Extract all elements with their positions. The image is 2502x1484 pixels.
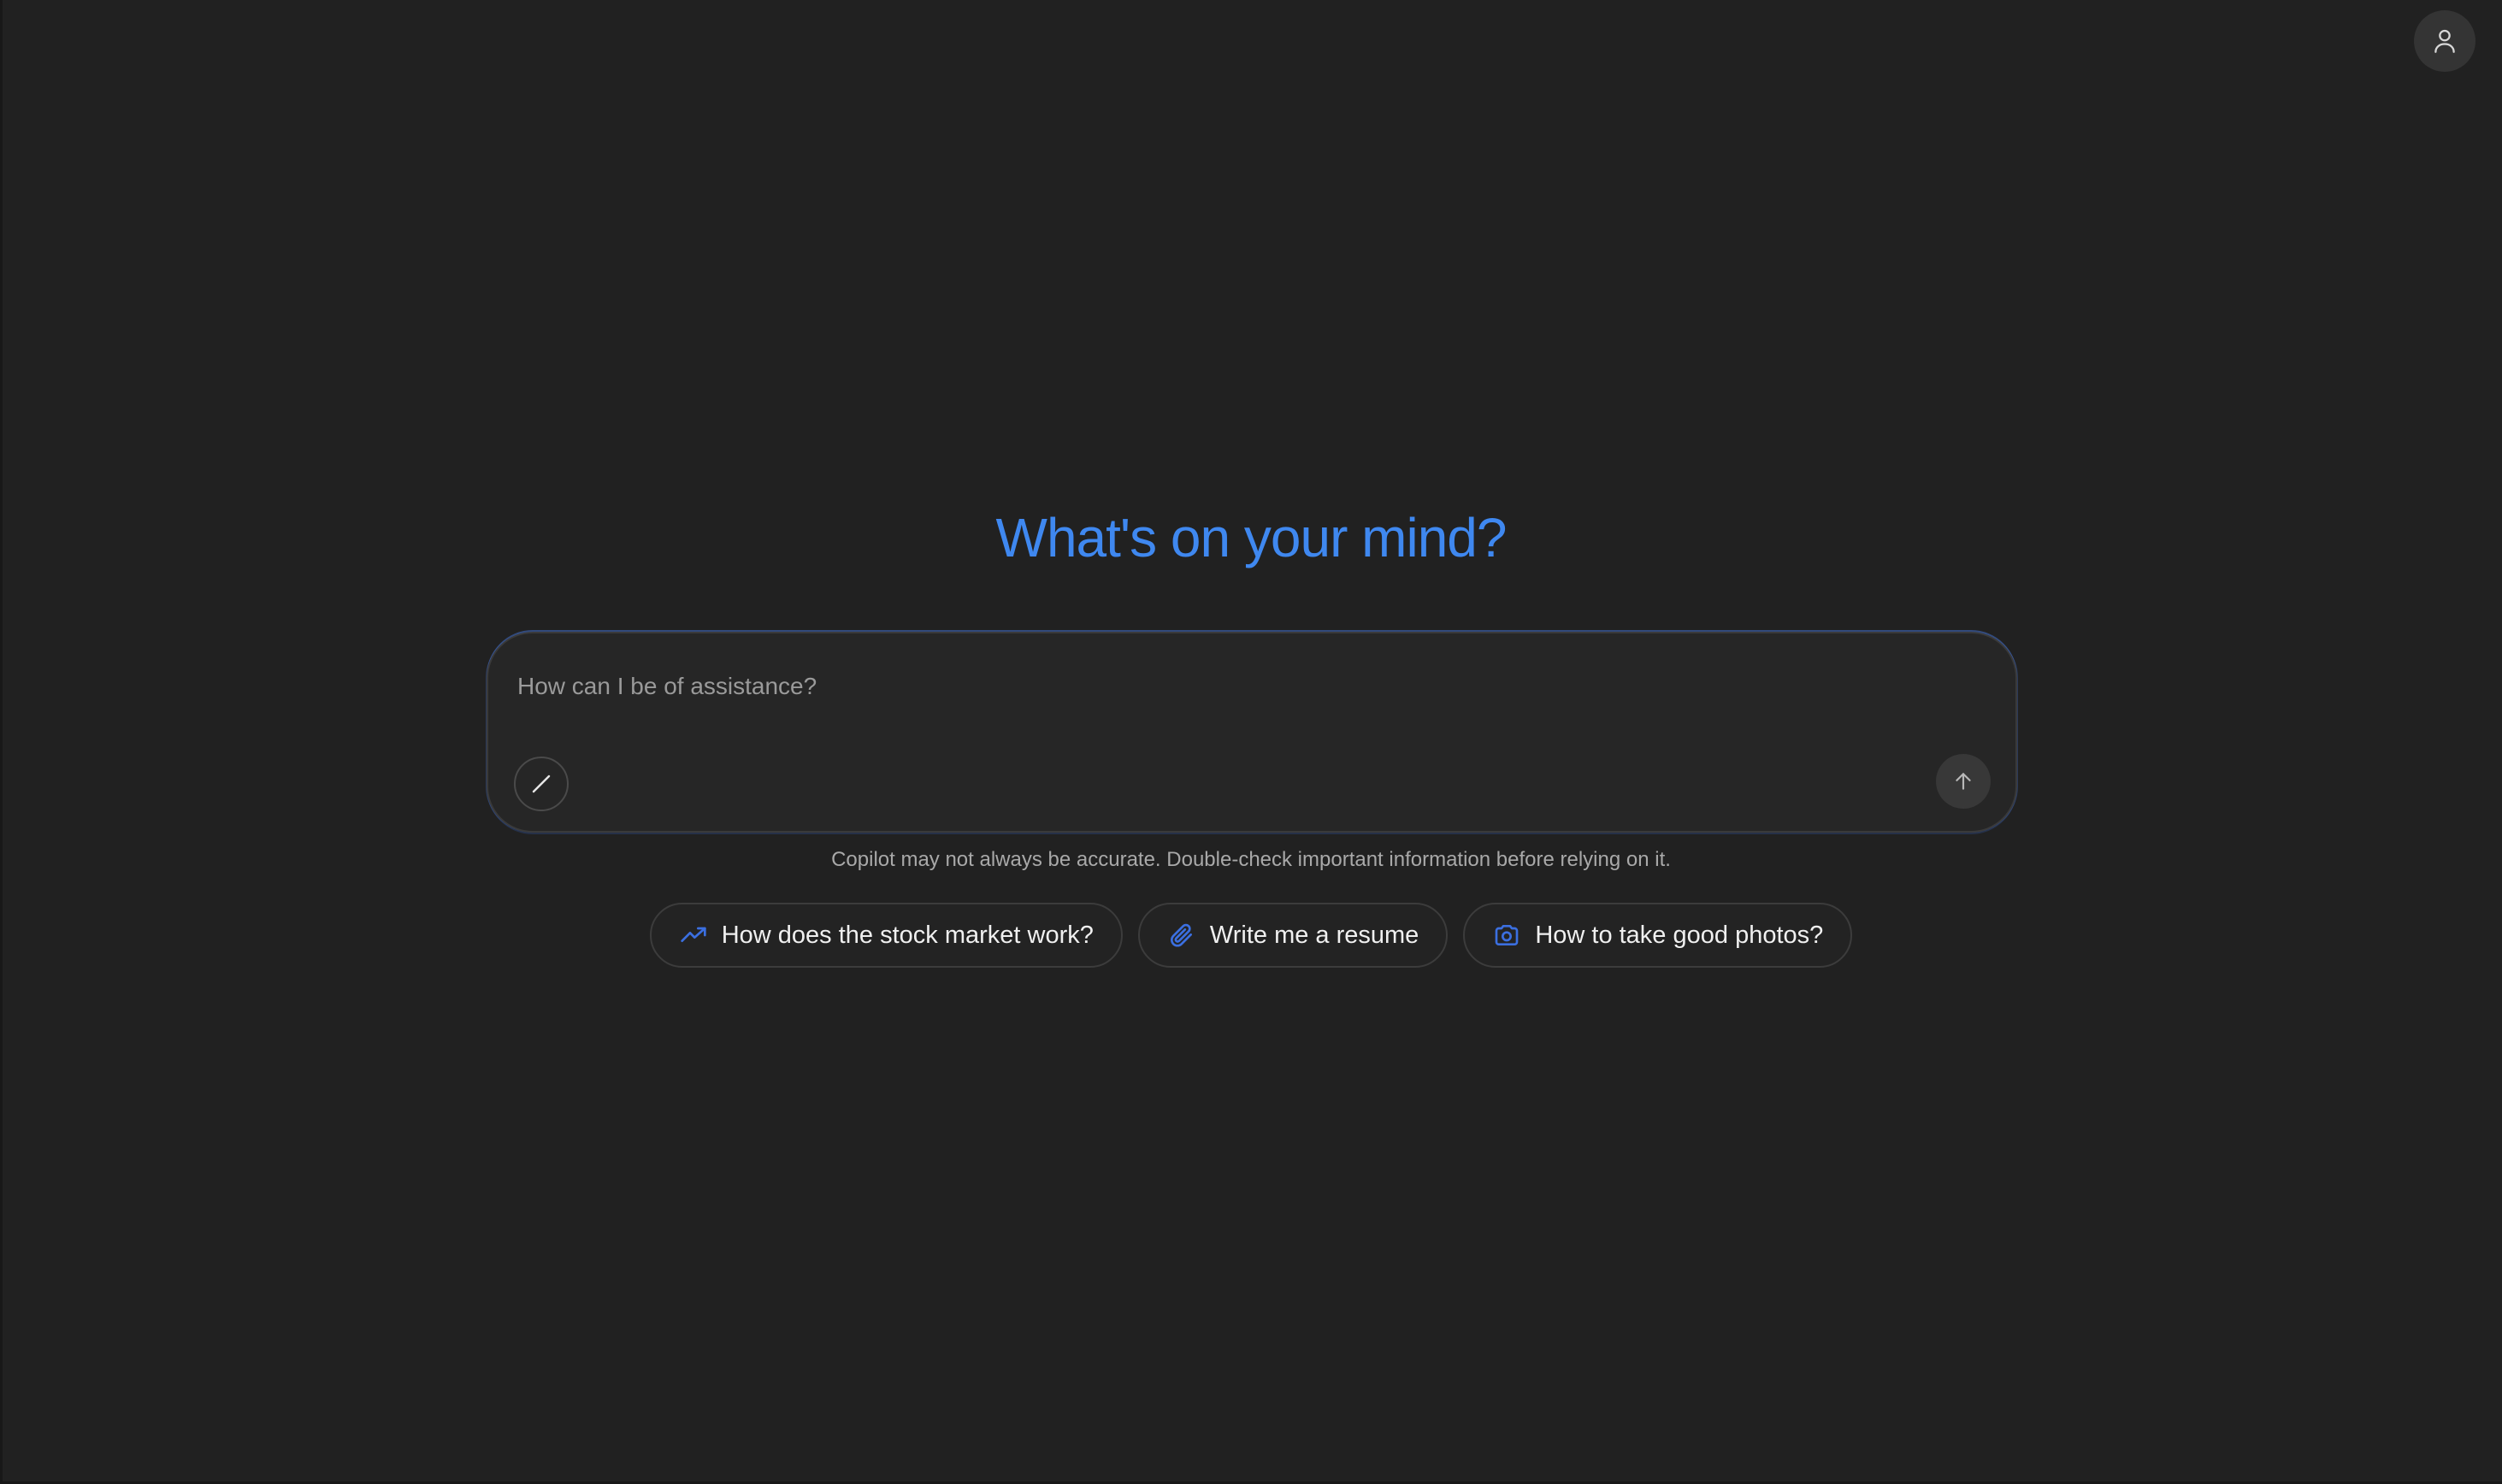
trending-up-icon xyxy=(679,921,708,950)
paperclip-icon xyxy=(1167,921,1196,950)
slash-icon xyxy=(528,770,555,798)
send-button[interactable] xyxy=(1936,754,1991,809)
person-icon xyxy=(2430,26,2459,56)
suggestion-label: How to take good photos? xyxy=(1535,921,1824,949)
suggestion-chip-resume[interactable]: Write me a resume xyxy=(1137,903,1449,968)
suggestion-label: Write me a resume xyxy=(1209,921,1419,949)
page-title: What's on your mind? xyxy=(995,507,1508,568)
suggestion-chip-stock-market[interactable]: How does the stock market work? xyxy=(649,903,1123,968)
window-edge-left xyxy=(0,0,3,1484)
camera-icon xyxy=(1492,921,1521,950)
app-window: What's on your mind? Copilot may not alw… xyxy=(0,0,2502,1484)
chat-input[interactable] xyxy=(517,664,1971,709)
suggestion-chips: How does the stock market work? Write me… xyxy=(0,903,2502,968)
slash-commands-button[interactable] xyxy=(514,757,569,811)
arrow-up-icon xyxy=(1952,770,1974,792)
chat-composer xyxy=(487,632,2017,833)
suggestion-label: How does the stock market work? xyxy=(721,921,1094,949)
suggestion-chip-photos[interactable]: How to take good photos? xyxy=(1463,903,1853,968)
disclaimer-text: Copilot may not always be accurate. Doub… xyxy=(831,848,1671,871)
profile-button[interactable] xyxy=(2414,10,2475,72)
